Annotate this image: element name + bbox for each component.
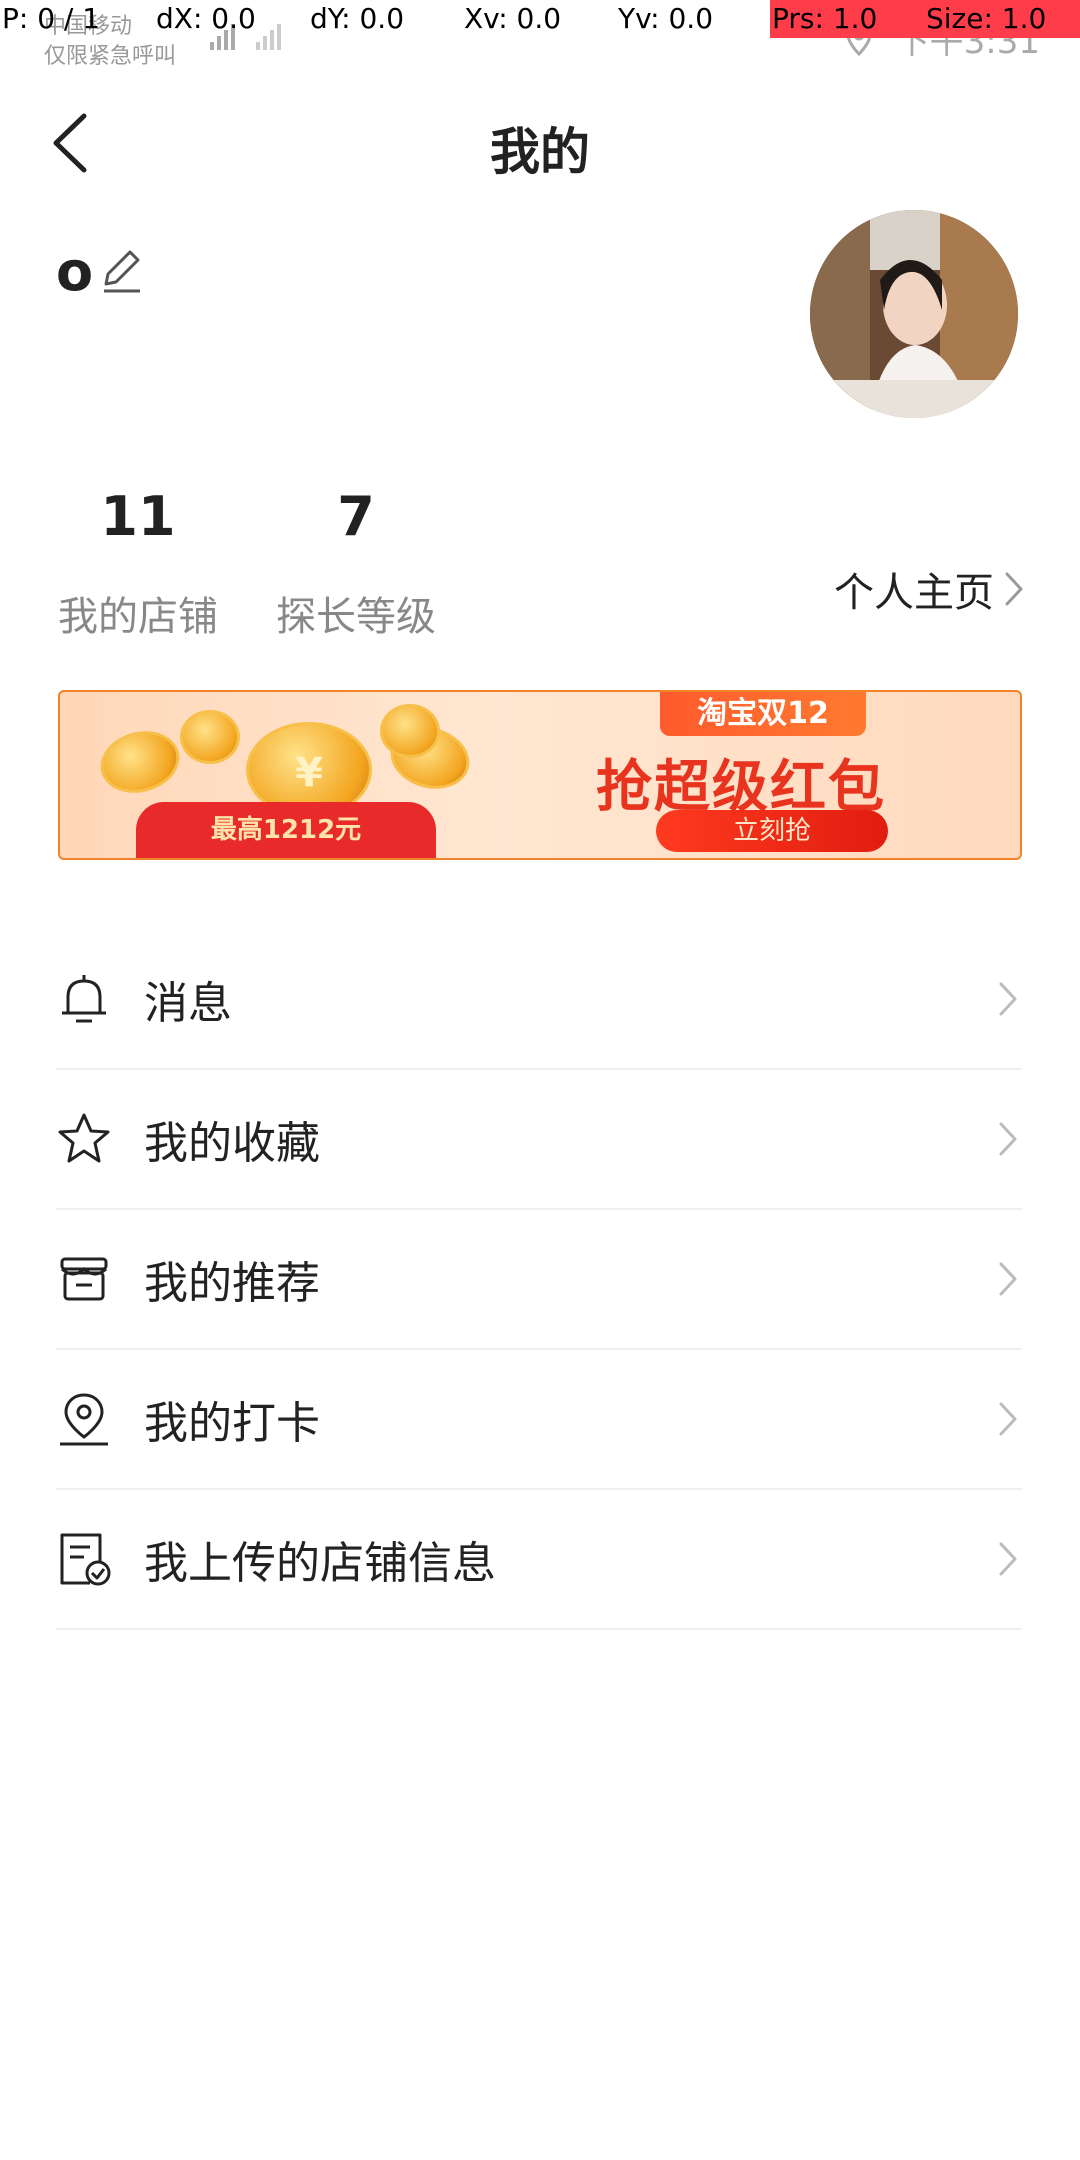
menu-item-recommendations[interactable]: 我的推荐 bbox=[56, 1210, 1022, 1350]
debug-dy: dY: 0.0 bbox=[310, 2, 405, 35]
debug-yv: Yv: 0.0 bbox=[618, 2, 714, 35]
emergency-label: 仅限紧急呼叫 bbox=[44, 44, 177, 69]
personal-homepage-link[interactable]: 个人主页 bbox=[834, 560, 1024, 618]
document-check-icon bbox=[56, 1531, 112, 1587]
pencil-icon bbox=[104, 250, 140, 293]
username: o bbox=[56, 240, 94, 303]
chevron-right-icon bbox=[999, 982, 1017, 1016]
menu-item-label: 消息 bbox=[144, 978, 232, 1029]
stat-my-shops[interactable]: 11 我的店铺 bbox=[58, 490, 218, 642]
star-icon bbox=[56, 1111, 112, 1167]
stat-label: 探长等级 bbox=[276, 594, 436, 640]
store-icon bbox=[56, 1251, 112, 1307]
debug-pointer: P: 0 / 1 bbox=[2, 2, 101, 35]
menu-item-checkins[interactable]: 我的打卡 bbox=[56, 1350, 1022, 1490]
debug-size: Size: 1.0 bbox=[926, 2, 1047, 35]
chevron-right-icon bbox=[999, 1402, 1017, 1436]
page-title: 我的 bbox=[490, 123, 590, 181]
chevron-right-icon bbox=[999, 1542, 1017, 1576]
bell-icon bbox=[56, 971, 112, 1027]
menu-list: 消息 我的收藏 我的推荐 我的打卡 我上传的店铺信息 bbox=[56, 930, 1022, 1630]
menu-item-label: 我的推荐 bbox=[144, 1258, 320, 1309]
menu-item-favorites[interactable]: 我的收藏 bbox=[56, 1070, 1022, 1210]
banner-max-amount: 最高1212元 bbox=[136, 802, 436, 858]
menu-item-label: 我上传的店铺信息 bbox=[144, 1538, 496, 1589]
chevron-right-icon bbox=[999, 1122, 1017, 1156]
top-bar: 我的 bbox=[0, 100, 1080, 190]
homepage-label: 个人主页 bbox=[834, 570, 994, 616]
stat-value: 7 bbox=[337, 485, 375, 548]
menu-item-label: 我的收藏 bbox=[144, 1118, 320, 1169]
menu-item-messages[interactable]: 消息 bbox=[56, 930, 1022, 1070]
menu-item-label: 我的打卡 bbox=[144, 1398, 320, 1449]
avatar-image bbox=[810, 210, 1018, 418]
promo-banner[interactable]: ¥ 最高1212元 淘宝双12 抢超级红包 立刻抢 bbox=[58, 690, 1022, 860]
chevron-right-icon bbox=[1005, 572, 1023, 606]
coin-decoration bbox=[380, 704, 440, 758]
debug-dx: dX: 0.0 bbox=[156, 2, 256, 35]
chevron-right-icon bbox=[999, 1262, 1017, 1296]
edit-profile-button[interactable] bbox=[100, 248, 144, 294]
banner-tag: 淘宝双12 bbox=[660, 692, 866, 736]
coin-decoration bbox=[93, 722, 187, 802]
coin-decoration bbox=[180, 710, 240, 764]
debug-xv: Xv: 0.0 bbox=[464, 2, 562, 35]
stat-label: 我的店铺 bbox=[58, 594, 218, 640]
banner-cta-button[interactable]: 立刻抢 bbox=[656, 810, 888, 852]
stat-value: 11 bbox=[100, 485, 176, 548]
debug-overlay: P: 0 / 1 dX: 0.0 dY: 0.0 Xv: 0.0 Yv: 0.0… bbox=[0, 0, 1080, 38]
debug-prs: Prs: 1.0 bbox=[772, 2, 878, 35]
stat-explorer-level[interactable]: 7 探长等级 bbox=[276, 490, 436, 642]
avatar[interactable] bbox=[810, 210, 1018, 418]
location-pin-icon bbox=[56, 1391, 112, 1447]
menu-item-uploaded-shops[interactable]: 我上传的店铺信息 bbox=[56, 1490, 1022, 1630]
